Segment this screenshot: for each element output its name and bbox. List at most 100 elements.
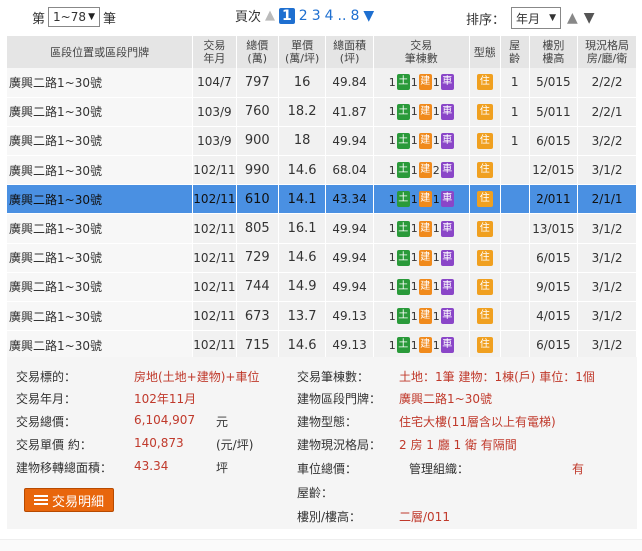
table-row[interactable]: 廣興二路1~30號 102/11 715 14.6 49.13 1 土 1 建 1 車住 6/015 3… [7, 330, 637, 361]
detail-total: 交易總價： [16, 413, 76, 430]
next-page-icon[interactable]: ▼ [363, 8, 374, 24]
cell-total-price: 797 [236, 68, 279, 98]
cell-floor: 12/015 [529, 155, 579, 186]
prev-page-icon[interactable]: ▲ [265, 8, 275, 23]
header-unit-price: 單價 (萬/坪) [278, 36, 327, 68]
cell-address: 廣興二路1~30號 [7, 184, 194, 215]
parking-count: 1 [432, 338, 440, 352]
land-count: 1 [388, 192, 396, 206]
cell-unit-price: 16.1 [278, 213, 327, 244]
sort-ascending-icon[interactable]: ▲ [567, 10, 578, 26]
cell-type: 住 [469, 301, 501, 332]
page-ellipsis: .. [337, 7, 347, 24]
table-header-row: 區段位置或區段門牌 交易 年月 總價 (萬) 單價 (萬/坪) 總面積 (坪) 交易 筆棟… [7, 36, 637, 68]
detail-floor-label: 樓別/樓高： [297, 510, 362, 524]
cell-address: 廣興二路1~30號 [7, 155, 194, 186]
cell-layout: 2/2/2 [577, 68, 637, 98]
cell-type: 住 [469, 97, 501, 127]
range-selector: 第 1~78 ▼ 筆 [32, 7, 116, 27]
cell-type: 住 [469, 243, 501, 273]
cell-type: 住 [469, 330, 501, 361]
parking-icon: 車 [440, 191, 454, 208]
cell-trade-ym: 102/11 [192, 272, 237, 303]
cell-trade-count: 1土1建1車 [373, 213, 470, 244]
cell-total-price: 673 [236, 301, 279, 332]
page-link-2[interactable]: 2 [299, 8, 308, 24]
land-icon: 土 [396, 249, 410, 266]
trade-count-badges: 1土1建1車 [388, 337, 454, 354]
transaction-detail-button[interactable]: 交易明細 [24, 488, 114, 512]
parking-count: 1 [432, 280, 440, 294]
building-count: 1 [410, 280, 418, 294]
cell-floor: 5/015 [529, 68, 579, 98]
detail-total-label: 交易總價： [16, 415, 77, 429]
land-count: 1 [388, 222, 396, 236]
building-icon: 建 [418, 308, 432, 325]
cell-address: 廣興二路1~30號 [7, 330, 194, 361]
residence-icon: 住 [476, 74, 493, 91]
residence-icon: 住 [476, 308, 493, 325]
detail-area-value: 43.34 [134, 459, 169, 473]
cell-total-area: 49.94 [325, 272, 374, 303]
cell-address: 廣興二路1~30號 [7, 213, 194, 244]
table-row[interactable]: 廣興二路1~30號 103/9 760 18.2 41.87 1 土 1 建 1 車住 1 5/011 2… [7, 97, 637, 127]
building-icon: 建 [418, 132, 432, 149]
land-count: 1 [388, 251, 396, 265]
cell-trade-count: 1土1建1車 [373, 272, 470, 303]
cell-age [500, 184, 530, 215]
table-row[interactable]: 廣興二路1~30號 102/11 805 16.1 49.94 1 土 1 建 1 車住 13/015… [7, 213, 637, 244]
cell-total-area: 49.94 [325, 243, 374, 273]
parking-icon: 車 [440, 103, 454, 120]
page-link-last[interactable]: 8 [350, 8, 359, 24]
cell-total-area: 41.87 [325, 97, 374, 127]
building-count: 1 [410, 338, 418, 352]
cell-total-price: 610 [236, 184, 279, 215]
detail-count-value: 土地：1筆 建物：1棟(戶) 車位：1個 [399, 370, 595, 384]
table-row[interactable]: 廣興二路1~30號 102/11 990 14.6 68.04 1 土 1 建 2 車住 12/015… [7, 155, 637, 186]
detail-floor-value-wrap: 二層/011 [399, 508, 450, 525]
cell-total-area: 49.84 [325, 68, 374, 98]
cell-unit-price: 18.2 [278, 97, 327, 127]
range-suffix: 筆 [103, 11, 117, 27]
cell-trade-count: 1土1建1車 [373, 126, 470, 157]
table-row[interactable]: 廣興二路1~30號 103/9 900 18 49.94 1 土 1 建 1 車住 1 6/015 3/2… [7, 126, 637, 157]
page-link-4[interactable]: 4 [325, 8, 334, 24]
parking-icon: 車 [440, 278, 454, 295]
detail-ym-value: 102年11月 [134, 392, 197, 406]
land-icon: 土 [396, 278, 410, 295]
cell-age [500, 213, 530, 244]
table-row[interactable]: 廣興二路1~30號 104/7 797 16 49.84 1 土 1 建 1 車住 1 5/015 2/2… [7, 68, 637, 98]
land-count: 1 [388, 309, 396, 323]
cell-type: 住 [469, 126, 501, 157]
transactions-table: 區段位置或區段門牌 交易 年月 總價 (萬) 單價 (萬/坪) 總面積 (坪) 交易 筆棟… [7, 36, 637, 361]
cell-age [500, 330, 530, 361]
cell-trade-ym: 102/11 [192, 330, 237, 361]
cell-total-price: 900 [236, 126, 279, 157]
detail-ym-label: 交易年月： [16, 392, 77, 406]
parking-count: 1 [432, 75, 440, 89]
building-count: 1 [410, 222, 418, 236]
detail-floor: 樓別/樓高： [297, 508, 361, 525]
range-dropdown[interactable]: 1~78 ▼ [48, 7, 101, 27]
cell-age: 1 [500, 126, 530, 157]
detail-total-value-wrap: 6,104,907 [134, 413, 195, 427]
table-row[interactable]: 廣興二路1~30號 102/11 610 14.1 43.34 1 土 1 建 1 車住 2/011 2… [7, 184, 637, 215]
sort-dropdown[interactable]: 年月 ▼ [511, 7, 562, 29]
sort-descending-icon[interactable]: ▼ [584, 10, 595, 26]
cell-age: 1 [500, 68, 530, 98]
cell-address: 廣興二路1~30號 [7, 126, 194, 157]
cell-address: 廣興二路1~30號 [7, 68, 194, 98]
land-count: 1 [388, 338, 396, 352]
table-row[interactable]: 廣興二路1~30號 102/11 729 14.6 49.94 1 土 1 建 1 車住 6/015 3… [7, 243, 637, 273]
page-link-3[interactable]: 3 [312, 8, 321, 24]
table-row[interactable]: 廣興二路1~30號 102/11 673 13.7 49.13 1 土 1 建 1 車住 4/015 3… [7, 301, 637, 332]
header-address: 區段位置或區段門牌 [7, 36, 194, 68]
detail-age-label: 屋齡： [297, 486, 334, 500]
building-count: 1 [410, 75, 418, 89]
cell-unit-price: 14.6 [278, 155, 327, 186]
table-row[interactable]: 廣興二路1~30號 102/11 744 14.9 49.94 1 土 1 建 1 車住 9/015 3… [7, 272, 637, 303]
page-link-1[interactable]: 1 [279, 7, 295, 24]
cell-unit-price: 14.9 [278, 272, 327, 303]
detail-mgmt-value: 有 [572, 462, 585, 476]
header-trade-count: 交易 筆棟數 [373, 36, 470, 68]
